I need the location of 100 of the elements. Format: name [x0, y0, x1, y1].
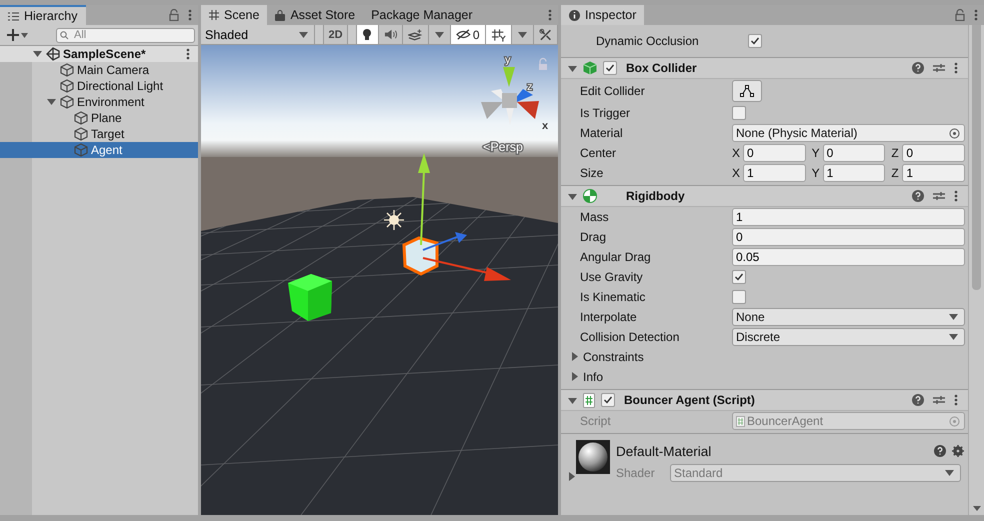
- dropdown-button[interactable]: [512, 25, 534, 44]
- checkmark-icon: [603, 395, 613, 405]
- help-icon[interactable]: [934, 445, 946, 457]
- visibility-toggle[interactable]: 0: [451, 25, 486, 44]
- axis-label: x: [542, 120, 548, 132]
- checkbox[interactable]: [748, 34, 762, 48]
- number-field[interactable]: 0: [902, 144, 966, 162]
- menu-icon[interactable]: [954, 394, 958, 406]
- field-label: Angular Drag: [580, 250, 652, 264]
- foldout-arrow-icon[interactable]: [570, 372, 579, 381]
- number-field[interactable]: 1: [732, 208, 965, 226]
- lighting-toggle[interactable]: [356, 25, 379, 44]
- effects-toggle[interactable]: [403, 25, 430, 44]
- number-field[interactable]: 0: [743, 144, 806, 162]
- number-field[interactable]: 0.05: [732, 248, 965, 266]
- panel-tab[interactable]: Scene: [201, 5, 268, 25]
- number-field[interactable]: 0: [822, 144, 886, 162]
- scrollbar[interactable]: [968, 25, 984, 515]
- help-icon[interactable]: [912, 394, 924, 406]
- edit-collider-button[interactable]: [732, 80, 762, 102]
- scene-viewport-drawing[interactable]: [201, 45, 558, 515]
- object-field[interactable]: None (Physic Material): [732, 124, 965, 142]
- plus-icon: [7, 29, 19, 41]
- inspector-tab[interactable]: Inspector: [561, 5, 644, 25]
- axis-label: y: [505, 54, 510, 66]
- hierarchy-item[interactable]: Environment: [0, 94, 198, 110]
- menu-icon[interactable]: [548, 9, 552, 21]
- foldout-arrow-icon[interactable]: [567, 472, 576, 481]
- number-field[interactable]: 1: [822, 164, 886, 182]
- component-header[interactable]: Bouncer Agent (Script): [561, 389, 968, 411]
- sliders-icon[interactable]: [933, 394, 945, 406]
- foldout-label[interactable]: Constraints: [583, 350, 644, 364]
- axis-label: Z: [891, 146, 900, 160]
- expand-arrow-icon[interactable]: [568, 64, 577, 72]
- lock-icon[interactable]: [169, 9, 179, 21]
- dropdown-button[interactable]: [429, 25, 452, 44]
- help-icon[interactable]: [912, 62, 924, 74]
- menu-icon[interactable]: [974, 9, 978, 21]
- help-icon[interactable]: [912, 190, 924, 202]
- number-field[interactable]: 0: [732, 228, 965, 246]
- scroll-down-icon[interactable]: [972, 506, 980, 511]
- dropdown[interactable]: None: [732, 308, 965, 326]
- field-label: Material: [580, 126, 624, 140]
- info-icon: [569, 10, 580, 20]
- lock-icon[interactable]: [955, 9, 965, 21]
- shopping-bag-icon: [275, 10, 286, 20]
- component-title: Rigidbody: [626, 189, 685, 203]
- projection-label[interactable]: <Persp: [483, 140, 523, 154]
- gear-icon[interactable]: [952, 445, 964, 457]
- lightbulb-icon: [362, 28, 372, 41]
- expand-arrow-icon[interactable]: [568, 192, 577, 200]
- panel-tab[interactable]: Asset Store: [267, 5, 364, 25]
- field-label: Interpolate: [580, 310, 638, 324]
- hierarchy-item[interactable]: Main Camera: [0, 62, 198, 78]
- script-icon: [736, 416, 745, 426]
- foldout-arrow-icon[interactable]: [570, 352, 579, 361]
- sliders-icon[interactable]: [933, 62, 945, 74]
- grid-toggle[interactable]: [486, 25, 512, 44]
- object-picker-icon[interactable]: [949, 128, 960, 138]
- menu-icon[interactable]: [954, 62, 958, 74]
- dropdown[interactable]: Discrete: [732, 328, 965, 346]
- panel-tab[interactable]: Package Manager: [363, 5, 481, 25]
- menu-icon[interactable]: [186, 48, 190, 60]
- hierarchy-item[interactable]: SampleScene*: [0, 46, 198, 62]
- foldout-label[interactable]: Info: [583, 370, 604, 384]
- caret-icon: [21, 32, 28, 38]
- shading-dropdown[interactable]: Shaded: [201, 25, 316, 44]
- search-field[interactable]: All: [56, 28, 195, 42]
- menu-icon[interactable]: [188, 9, 192, 21]
- component-header[interactable]: Rigidbody: [561, 185, 968, 207]
- field-label: Is Trigger: [580, 106, 632, 120]
- move-gizmo-drawing[interactable]: [418, 153, 511, 281]
- expand-arrow-icon[interactable]: [33, 49, 42, 58]
- number-field[interactable]: 1: [902, 164, 966, 182]
- number-field[interactable]: 1: [743, 164, 806, 182]
- hierarchy-item[interactable]: Target: [0, 126, 198, 142]
- checkbox[interactable]: [601, 393, 615, 407]
- tools-toggle[interactable]: [534, 25, 558, 44]
- hierarchy-item[interactable]: Directional Light: [0, 78, 198, 94]
- hierarchy-tab[interactable]: Hierarchy: [0, 5, 86, 25]
- dropdown-caret-icon: [945, 470, 954, 476]
- orientation-gizmo-drawing[interactable]: [481, 67, 539, 125]
- expand-arrow-icon[interactable]: [568, 396, 577, 404]
- checkbox[interactable]: [732, 290, 746, 304]
- checkbox[interactable]: [732, 270, 746, 284]
- audio-toggle[interactable]: [378, 25, 404, 44]
- field-label: Script: [580, 414, 612, 428]
- hierarchy-item[interactable]: Plane: [0, 110, 198, 126]
- cube-drawing[interactable]: [288, 274, 332, 321]
- hidden-eye-icon: [456, 29, 471, 40]
- sun-icon[interactable]: [383, 209, 405, 231]
- axis-label: X: [732, 166, 741, 180]
- expand-arrow-icon[interactable]: [47, 97, 56, 106]
- menu-icon[interactable]: [954, 190, 958, 202]
- hierarchy-item[interactable]: Agent: [0, 142, 198, 158]
- checkbox[interactable]: [603, 61, 617, 75]
- checkbox[interactable]: [732, 106, 746, 120]
- 2d-toggle[interactable]: 2D: [324, 25, 348, 44]
- sliders-icon[interactable]: [933, 190, 945, 202]
- component-header[interactable]: Box Collider: [561, 57, 968, 79]
